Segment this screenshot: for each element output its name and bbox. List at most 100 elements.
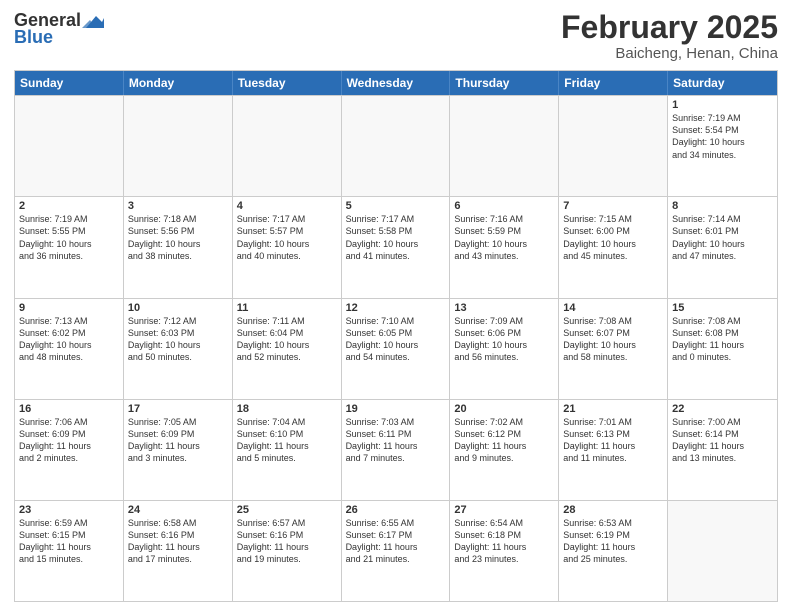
cal-day-27: 27Sunrise: 6:54 AM Sunset: 6:18 PM Dayli…	[450, 501, 559, 601]
cal-day-23: 23Sunrise: 6:59 AM Sunset: 6:15 PM Dayli…	[15, 501, 124, 601]
cal-day-empty	[559, 96, 668, 196]
logo-area: General Blue	[14, 10, 105, 48]
header: General Blue February 2025 Baicheng, Hen…	[14, 10, 778, 62]
day-info: Sunrise: 7:17 AM Sunset: 5:58 PM Dayligh…	[346, 213, 446, 262]
page: General Blue February 2025 Baicheng, Hen…	[0, 0, 792, 612]
day-info: Sunrise: 7:08 AM Sunset: 6:07 PM Dayligh…	[563, 315, 663, 364]
cal-day-1: 1Sunrise: 7:19 AM Sunset: 5:54 PM Daylig…	[668, 96, 777, 196]
day-info: Sunrise: 7:01 AM Sunset: 6:13 PM Dayligh…	[563, 416, 663, 465]
day-number: 22	[672, 403, 773, 415]
day-info: Sunrise: 7:15 AM Sunset: 6:00 PM Dayligh…	[563, 213, 663, 262]
day-number: 1	[672, 99, 773, 111]
day-number: 24	[128, 504, 228, 516]
cal-day-empty	[124, 96, 233, 196]
day-info: Sunrise: 7:16 AM Sunset: 5:59 PM Dayligh…	[454, 213, 554, 262]
calendar-header: SundayMondayTuesdayWednesdayThursdayFrid…	[15, 71, 777, 95]
cal-header-wednesday: Wednesday	[342, 71, 451, 95]
day-info: Sunrise: 7:19 AM Sunset: 5:54 PM Dayligh…	[672, 112, 773, 161]
month-title: February 2025	[561, 10, 778, 45]
day-info: Sunrise: 7:14 AM Sunset: 6:01 PM Dayligh…	[672, 213, 773, 262]
cal-day-empty	[668, 501, 777, 601]
cal-day-8: 8Sunrise: 7:14 AM Sunset: 6:01 PM Daylig…	[668, 197, 777, 297]
day-number: 18	[237, 403, 337, 415]
cal-header-sunday: Sunday	[15, 71, 124, 95]
cal-day-16: 16Sunrise: 7:06 AM Sunset: 6:09 PM Dayli…	[15, 400, 124, 500]
cal-week-1: 1Sunrise: 7:19 AM Sunset: 5:54 PM Daylig…	[15, 95, 777, 196]
day-info: Sunrise: 7:03 AM Sunset: 6:11 PM Dayligh…	[346, 416, 446, 465]
day-number: 25	[237, 504, 337, 516]
cal-day-26: 26Sunrise: 6:55 AM Sunset: 6:17 PM Dayli…	[342, 501, 451, 601]
day-info: Sunrise: 7:02 AM Sunset: 6:12 PM Dayligh…	[454, 416, 554, 465]
cal-week-2: 2Sunrise: 7:19 AM Sunset: 5:55 PM Daylig…	[15, 196, 777, 297]
day-info: Sunrise: 7:13 AM Sunset: 6:02 PM Dayligh…	[19, 315, 119, 364]
cal-day-empty	[342, 96, 451, 196]
cal-day-22: 22Sunrise: 7:00 AM Sunset: 6:14 PM Dayli…	[668, 400, 777, 500]
day-number: 7	[563, 200, 663, 212]
day-number: 3	[128, 200, 228, 212]
day-number: 20	[454, 403, 554, 415]
day-info: Sunrise: 7:04 AM Sunset: 6:10 PM Dayligh…	[237, 416, 337, 465]
day-info: Sunrise: 7:08 AM Sunset: 6:08 PM Dayligh…	[672, 315, 773, 364]
day-info: Sunrise: 7:00 AM Sunset: 6:14 PM Dayligh…	[672, 416, 773, 465]
day-number: 13	[454, 302, 554, 314]
cal-day-7: 7Sunrise: 7:15 AM Sunset: 6:00 PM Daylig…	[559, 197, 668, 297]
day-info: Sunrise: 7:17 AM Sunset: 5:57 PM Dayligh…	[237, 213, 337, 262]
cal-day-12: 12Sunrise: 7:10 AM Sunset: 6:05 PM Dayli…	[342, 299, 451, 399]
cal-day-15: 15Sunrise: 7:08 AM Sunset: 6:08 PM Dayli…	[668, 299, 777, 399]
cal-day-3: 3Sunrise: 7:18 AM Sunset: 5:56 PM Daylig…	[124, 197, 233, 297]
day-number: 26	[346, 504, 446, 516]
cal-week-3: 9Sunrise: 7:13 AM Sunset: 6:02 PM Daylig…	[15, 298, 777, 399]
title-area: February 2025 Baicheng, Henan, China	[561, 10, 778, 62]
cal-day-17: 17Sunrise: 7:05 AM Sunset: 6:09 PM Dayli…	[124, 400, 233, 500]
cal-header-tuesday: Tuesday	[233, 71, 342, 95]
cal-day-24: 24Sunrise: 6:58 AM Sunset: 6:16 PM Dayli…	[124, 501, 233, 601]
day-info: Sunrise: 7:11 AM Sunset: 6:04 PM Dayligh…	[237, 315, 337, 364]
cal-day-20: 20Sunrise: 7:02 AM Sunset: 6:12 PM Dayli…	[450, 400, 559, 500]
cal-day-4: 4Sunrise: 7:17 AM Sunset: 5:57 PM Daylig…	[233, 197, 342, 297]
day-number: 27	[454, 504, 554, 516]
cal-day-19: 19Sunrise: 7:03 AM Sunset: 6:11 PM Dayli…	[342, 400, 451, 500]
cal-day-14: 14Sunrise: 7:08 AM Sunset: 6:07 PM Dayli…	[559, 299, 668, 399]
day-number: 2	[19, 200, 119, 212]
day-number: 15	[672, 302, 773, 314]
day-info: Sunrise: 6:59 AM Sunset: 6:15 PM Dayligh…	[19, 517, 119, 566]
day-number: 19	[346, 403, 446, 415]
cal-day-9: 9Sunrise: 7:13 AM Sunset: 6:02 PM Daylig…	[15, 299, 124, 399]
cal-header-monday: Monday	[124, 71, 233, 95]
day-number: 23	[19, 504, 119, 516]
day-number: 10	[128, 302, 228, 314]
day-info: Sunrise: 7:06 AM Sunset: 6:09 PM Dayligh…	[19, 416, 119, 465]
calendar-body: 1Sunrise: 7:19 AM Sunset: 5:54 PM Daylig…	[15, 95, 777, 601]
location-title: Baicheng, Henan, China	[561, 45, 778, 62]
cal-day-5: 5Sunrise: 7:17 AM Sunset: 5:58 PM Daylig…	[342, 197, 451, 297]
day-info: Sunrise: 6:58 AM Sunset: 6:16 PM Dayligh…	[128, 517, 228, 566]
day-info: Sunrise: 6:55 AM Sunset: 6:17 PM Dayligh…	[346, 517, 446, 566]
cal-day-6: 6Sunrise: 7:16 AM Sunset: 5:59 PM Daylig…	[450, 197, 559, 297]
day-info: Sunrise: 7:05 AM Sunset: 6:09 PM Dayligh…	[128, 416, 228, 465]
day-number: 28	[563, 504, 663, 516]
day-info: Sunrise: 7:10 AM Sunset: 6:05 PM Dayligh…	[346, 315, 446, 364]
cal-week-5: 23Sunrise: 6:59 AM Sunset: 6:15 PM Dayli…	[15, 500, 777, 601]
day-number: 16	[19, 403, 119, 415]
day-number: 17	[128, 403, 228, 415]
day-info: Sunrise: 7:18 AM Sunset: 5:56 PM Dayligh…	[128, 213, 228, 262]
cal-day-28: 28Sunrise: 6:53 AM Sunset: 6:19 PM Dayli…	[559, 501, 668, 601]
day-number: 4	[237, 200, 337, 212]
logo-icon	[82, 12, 104, 30]
cal-header-friday: Friday	[559, 71, 668, 95]
day-info: Sunrise: 7:19 AM Sunset: 5:55 PM Dayligh…	[19, 213, 119, 262]
day-number: 9	[19, 302, 119, 314]
cal-day-2: 2Sunrise: 7:19 AM Sunset: 5:55 PM Daylig…	[15, 197, 124, 297]
day-number: 11	[237, 302, 337, 314]
day-number: 14	[563, 302, 663, 314]
cal-day-empty	[233, 96, 342, 196]
day-number: 8	[672, 200, 773, 212]
cal-day-25: 25Sunrise: 6:57 AM Sunset: 6:16 PM Dayli…	[233, 501, 342, 601]
cal-day-10: 10Sunrise: 7:12 AM Sunset: 6:03 PM Dayli…	[124, 299, 233, 399]
cal-week-4: 16Sunrise: 7:06 AM Sunset: 6:09 PM Dayli…	[15, 399, 777, 500]
cal-header-thursday: Thursday	[450, 71, 559, 95]
day-info: Sunrise: 6:54 AM Sunset: 6:18 PM Dayligh…	[454, 517, 554, 566]
day-number: 6	[454, 200, 554, 212]
cal-header-saturday: Saturday	[668, 71, 777, 95]
day-info: Sunrise: 7:09 AM Sunset: 6:06 PM Dayligh…	[454, 315, 554, 364]
